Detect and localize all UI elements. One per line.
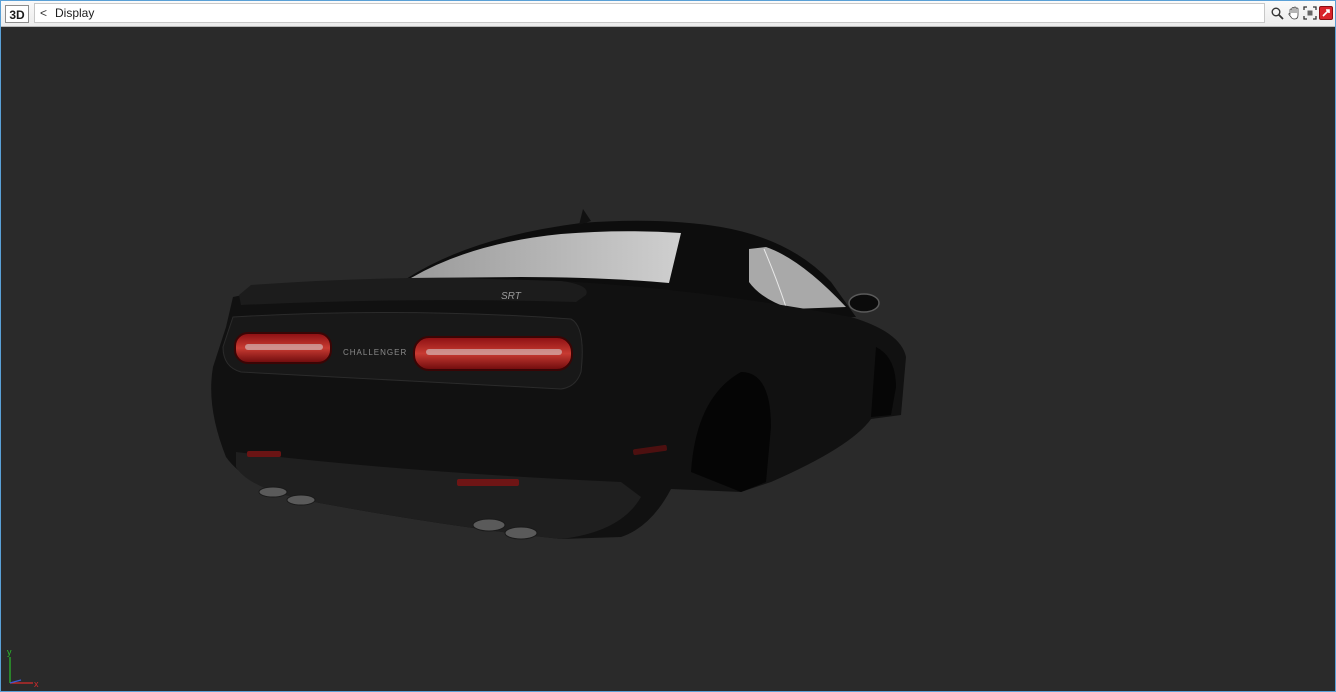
reflector-left [247,451,281,457]
back-button[interactable]: < [40,6,47,20]
badge-text: SRT [501,291,522,302]
tail-light-right-strip [426,349,562,355]
zoom-icon[interactable] [1270,4,1285,22]
3d-viewport[interactable]: SRT CHALLENGER y x [1,27,1335,691]
exhaust-right-2 [504,526,538,540]
pan-hand-icon[interactable] [1286,4,1301,22]
fit-view-icon[interactable] [1302,4,1317,22]
tail-light-left-strip [245,344,323,350]
side-mirror [848,293,880,313]
title-bar: < Display [34,3,1265,23]
axis-x-label: x [34,679,39,689]
view-mode-button[interactable]: 3D [5,5,29,23]
toolbar: 3D < Display [1,1,1335,27]
exhaust-left-1 [258,486,288,498]
close-red-icon[interactable] [1318,4,1333,22]
display-window: 3D < Display SRT CHALLENGER y x [0,0,1336,692]
axis-y-label: y [7,647,12,657]
exhaust-right-1 [472,518,506,532]
rear-emblem-text: CHALLENGER [343,348,407,357]
car-render: SRT CHALLENGER [211,209,906,540]
reflector-center [457,479,519,486]
axis-triad: y x [7,647,39,689]
tool-icons [1270,4,1333,22]
window-title: Display [55,6,95,20]
exhaust-left-2 [286,494,316,506]
